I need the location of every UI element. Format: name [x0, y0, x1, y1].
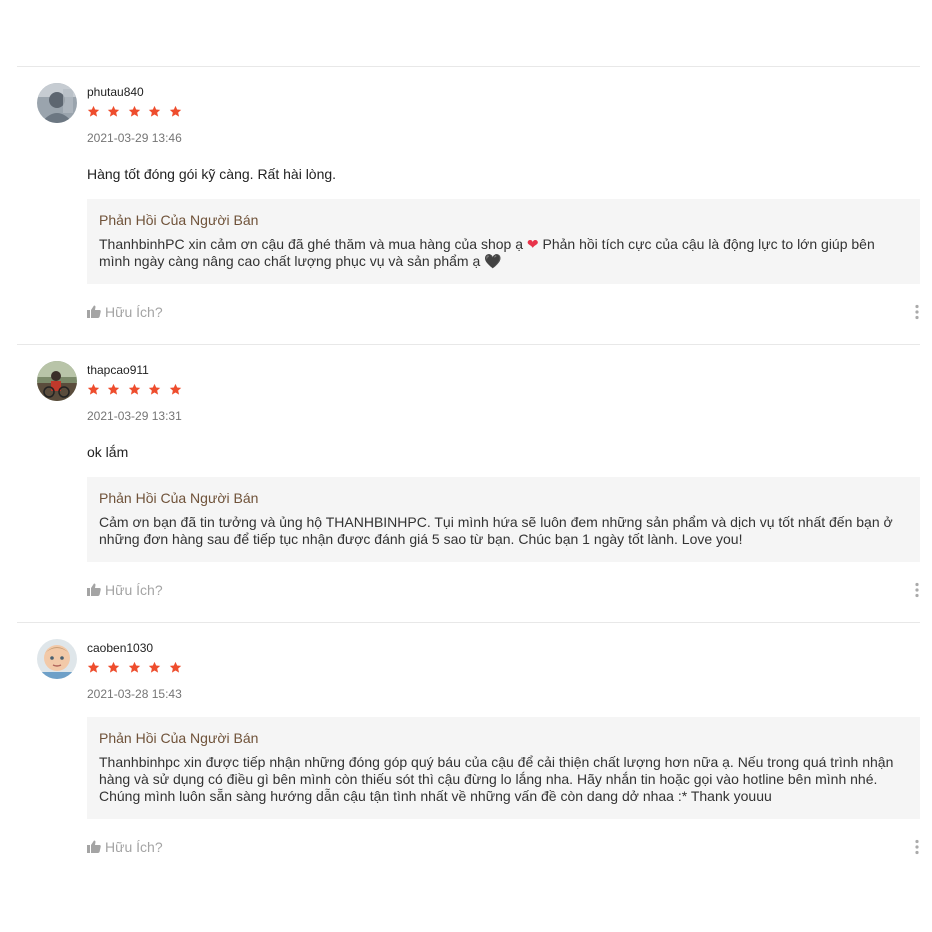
star-icon	[148, 105, 161, 118]
more-vertical-icon[interactable]	[914, 839, 920, 855]
seller-reply: Phản Hồi Của Người Bán Thanhbinhpc xin đ…	[87, 717, 920, 819]
review-time: 2021-03-29 13:46	[87, 131, 182, 145]
helpful-label: Hữu Ích?	[105, 839, 163, 855]
helpful-button[interactable]: Hữu Ích?	[87, 839, 163, 855]
review-username[interactable]: thapcao911	[87, 363, 920, 377]
seller-reply-text-part: ThanhbinhPC xin cảm ơn cậu đã ghé thăm v…	[99, 236, 527, 252]
seller-reply: Phản Hồi Của Người Bán Cảm ơn bạn đã tin…	[87, 477, 920, 562]
thumbs-up-icon	[87, 305, 101, 318]
review-time: 2021-03-29 13:31	[87, 409, 182, 423]
review-username[interactable]: caoben1030	[87, 641, 920, 655]
review-item: phutau840 2021-03-29 13:46 Hàng tốt đóng…	[17, 67, 920, 345]
star-icon	[128, 383, 141, 396]
black-heart-icon: 🖤	[484, 253, 502, 269]
rating-stars	[87, 661, 920, 675]
helpful-label: Hữu Ích?	[105, 304, 163, 320]
review-footer: Hữu Ích?	[87, 819, 920, 873]
review-comment: ok lắm	[87, 444, 129, 460]
star-icon	[169, 383, 182, 396]
review-time: 2021-03-28 15:43	[87, 687, 182, 701]
review-comment: Hàng tốt đóng gói kỹ càng. Rất hài lòng.	[87, 166, 337, 182]
more-vertical-icon[interactable]	[914, 582, 920, 598]
heart-icon: ❤	[526, 236, 539, 252]
star-icon	[128, 661, 141, 674]
seller-reply-text: Thanhbinhpc xin được tiếp nhận những đón…	[99, 754, 894, 804]
star-icon	[107, 383, 120, 396]
seller-reply-text: Cảm ơn bạn đã tin tưởng và ủng hộ THANHB…	[99, 514, 893, 547]
thumbs-up-icon	[87, 840, 101, 853]
review-list: phutau840 2021-03-29 13:46 Hàng tốt đóng…	[17, 66, 920, 883]
star-icon	[107, 105, 120, 118]
rating-stars	[87, 383, 920, 397]
thumbs-up-icon	[87, 583, 101, 596]
star-icon	[87, 661, 100, 674]
review-item: caoben1030 2021-03-28 15:43 Phản Hồi Của…	[17, 623, 920, 883]
star-icon	[169, 661, 182, 674]
seller-reply-text: ThanhbinhPC xin cảm ơn cậu đã ghé thăm v…	[99, 236, 908, 270]
seller-reply-title: Phản Hồi Của Người Bán	[99, 730, 259, 746]
rating-stars	[87, 105, 920, 119]
avatar[interactable]	[37, 361, 77, 401]
helpful-button[interactable]: Hữu Ích?	[87, 304, 163, 320]
star-icon	[128, 105, 141, 118]
review-item: thapcao911 2021-03-29 13:31 ok lắm Phản …	[17, 345, 920, 623]
helpful-label: Hữu Ích?	[105, 582, 163, 598]
star-icon	[107, 661, 120, 674]
star-icon	[148, 383, 161, 396]
star-icon	[87, 383, 100, 396]
review-username[interactable]: phutau840	[87, 85, 920, 99]
seller-reply-title: Phản Hồi Của Người Bán	[99, 212, 259, 228]
review-footer: Hữu Ích?	[87, 284, 920, 338]
star-icon	[169, 105, 182, 118]
seller-reply-title: Phản Hồi Của Người Bán	[99, 490, 259, 506]
helpful-button[interactable]: Hữu Ích?	[87, 582, 163, 598]
more-vertical-icon[interactable]	[914, 304, 920, 320]
review-footer: Hữu Ích?	[87, 562, 920, 616]
star-icon	[87, 105, 100, 118]
avatar[interactable]	[37, 83, 77, 123]
avatar[interactable]	[37, 639, 77, 679]
star-icon	[148, 661, 161, 674]
seller-reply: Phản Hồi Của Người Bán ThanhbinhPC xin c…	[87, 199, 920, 284]
